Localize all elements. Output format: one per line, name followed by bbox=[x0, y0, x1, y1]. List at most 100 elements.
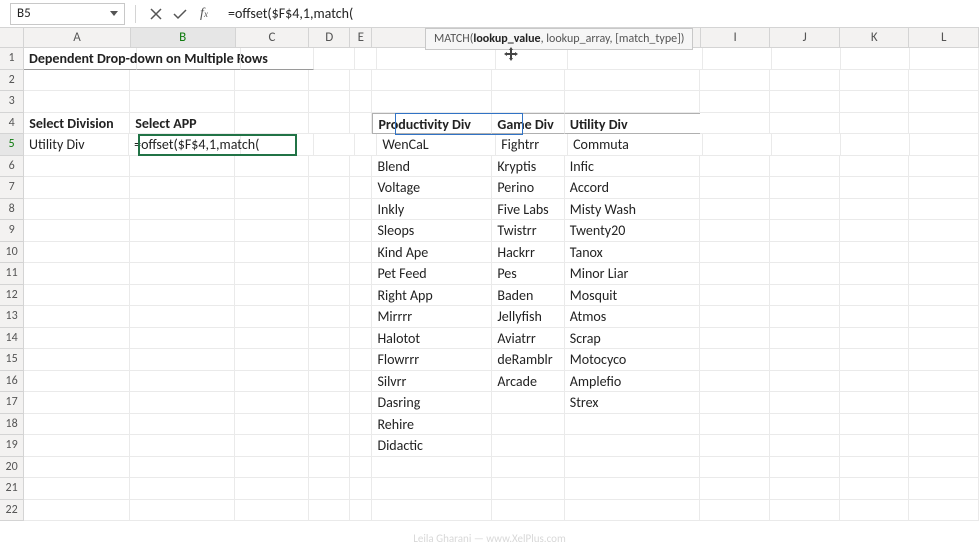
cell[interactable] bbox=[130, 70, 235, 92]
cell[interactable] bbox=[909, 177, 979, 199]
cell[interactable]: Aviatrr bbox=[492, 328, 564, 350]
row-header-11[interactable]: 11 bbox=[0, 263, 24, 285]
cell[interactable] bbox=[565, 70, 701, 92]
cell[interactable] bbox=[235, 435, 308, 457]
cell[interactable] bbox=[309, 414, 351, 436]
cell[interactable] bbox=[700, 392, 770, 414]
cell[interactable] bbox=[377, 48, 496, 70]
cell[interactable] bbox=[909, 392, 979, 414]
cell[interactable]: Kind Ape bbox=[372, 242, 492, 264]
cell[interactable] bbox=[840, 113, 910, 135]
col-header-B[interactable]: B bbox=[131, 28, 236, 47]
cell[interactable] bbox=[909, 414, 979, 436]
cell[interactable] bbox=[24, 70, 130, 92]
cell[interactable] bbox=[350, 199, 372, 221]
row-header-18[interactable]: 18 bbox=[0, 414, 24, 436]
cancel-button[interactable] bbox=[144, 3, 168, 25]
cell[interactable]: Hackrr bbox=[492, 242, 564, 264]
cell[interactable] bbox=[700, 220, 770, 242]
cell[interactable]: Blend bbox=[372, 156, 492, 178]
cell[interactable] bbox=[235, 349, 308, 371]
row-header-16[interactable]: 16 bbox=[0, 371, 24, 393]
cell[interactable] bbox=[241, 134, 314, 156]
cell[interactable] bbox=[840, 263, 910, 285]
enter-button[interactable] bbox=[168, 3, 192, 25]
row-header-9[interactable]: 9 bbox=[0, 220, 24, 242]
cell[interactable]: Game Div bbox=[492, 113, 564, 135]
cell[interactable] bbox=[770, 371, 840, 393]
cell[interactable] bbox=[565, 91, 701, 113]
cell[interactable] bbox=[350, 371, 372, 393]
cell[interactable]: Kryptis bbox=[492, 156, 564, 178]
cell[interactable]: Didactic bbox=[372, 435, 492, 457]
cell[interactable] bbox=[841, 134, 910, 156]
cell[interactable] bbox=[130, 414, 235, 436]
cell[interactable] bbox=[700, 242, 770, 264]
cell[interactable] bbox=[700, 435, 770, 457]
cell[interactable] bbox=[350, 478, 372, 500]
cell[interactable]: Motocyco bbox=[565, 349, 701, 371]
cell[interactable] bbox=[24, 242, 130, 264]
cell[interactable] bbox=[700, 371, 770, 393]
cell[interactable] bbox=[770, 156, 840, 178]
cell[interactable] bbox=[350, 285, 372, 307]
cell[interactable]: Commuta bbox=[568, 134, 703, 156]
cell[interactable] bbox=[909, 199, 979, 221]
cell[interactable] bbox=[309, 242, 351, 264]
row-header-14[interactable]: 14 bbox=[0, 328, 24, 350]
cell[interactable] bbox=[770, 242, 840, 264]
row-header-12[interactable]: 12 bbox=[0, 285, 24, 307]
cell[interactable]: Twistrr bbox=[492, 220, 564, 242]
cell[interactable] bbox=[372, 70, 492, 92]
cell[interactable] bbox=[372, 91, 492, 113]
cell[interactable]: Five Labs bbox=[492, 199, 564, 221]
cell[interactable] bbox=[130, 500, 235, 522]
cell[interactable] bbox=[130, 457, 235, 479]
col-header-K[interactable]: K bbox=[840, 28, 910, 47]
cell[interactable] bbox=[309, 435, 351, 457]
cell[interactable] bbox=[700, 199, 770, 221]
cell[interactable]: Utility Div bbox=[24, 134, 129, 156]
cell[interactable] bbox=[565, 457, 701, 479]
cell[interactable] bbox=[309, 285, 351, 307]
cell[interactable] bbox=[770, 478, 840, 500]
cell[interactable] bbox=[24, 349, 130, 371]
cell[interactable] bbox=[492, 435, 564, 457]
cell[interactable] bbox=[700, 414, 770, 436]
insert-function-button[interactable]: fx bbox=[192, 3, 216, 25]
cell[interactable] bbox=[350, 177, 372, 199]
cell[interactable] bbox=[24, 220, 130, 242]
cell[interactable] bbox=[770, 349, 840, 371]
cell[interactable]: Pes bbox=[492, 263, 564, 285]
cell[interactable] bbox=[314, 134, 355, 156]
cell[interactable] bbox=[840, 392, 910, 414]
cell[interactable] bbox=[840, 414, 910, 436]
cell[interactable] bbox=[840, 242, 910, 264]
cell[interactable] bbox=[770, 199, 840, 221]
cell[interactable]: Fightrr bbox=[496, 134, 568, 156]
cell[interactable] bbox=[309, 392, 351, 414]
row-header-3[interactable]: 3 bbox=[0, 91, 24, 113]
cell[interactable] bbox=[130, 392, 235, 414]
cell[interactable] bbox=[909, 91, 979, 113]
cell[interactable] bbox=[770, 70, 840, 92]
cell[interactable] bbox=[235, 199, 308, 221]
cell[interactable] bbox=[909, 285, 979, 307]
cell[interactable] bbox=[130, 435, 235, 457]
cell[interactable] bbox=[910, 48, 979, 70]
row-header-5[interactable]: 5 bbox=[0, 134, 24, 156]
cell[interactable]: Productivity Div bbox=[372, 113, 492, 135]
cell[interactable] bbox=[24, 478, 130, 500]
cell[interactable]: Amplefio bbox=[565, 371, 701, 393]
cell[interactable] bbox=[235, 500, 308, 522]
cell[interactable] bbox=[700, 500, 770, 522]
cell[interactable] bbox=[235, 263, 308, 285]
cell[interactable] bbox=[770, 414, 840, 436]
cell[interactable] bbox=[840, 306, 910, 328]
cell[interactable] bbox=[309, 113, 351, 135]
select-all-corner[interactable] bbox=[0, 28, 24, 47]
cell[interactable] bbox=[24, 414, 130, 436]
cell[interactable]: Baden bbox=[492, 285, 564, 307]
col-header-J[interactable]: J bbox=[770, 28, 840, 47]
cell[interactable] bbox=[130, 242, 235, 264]
